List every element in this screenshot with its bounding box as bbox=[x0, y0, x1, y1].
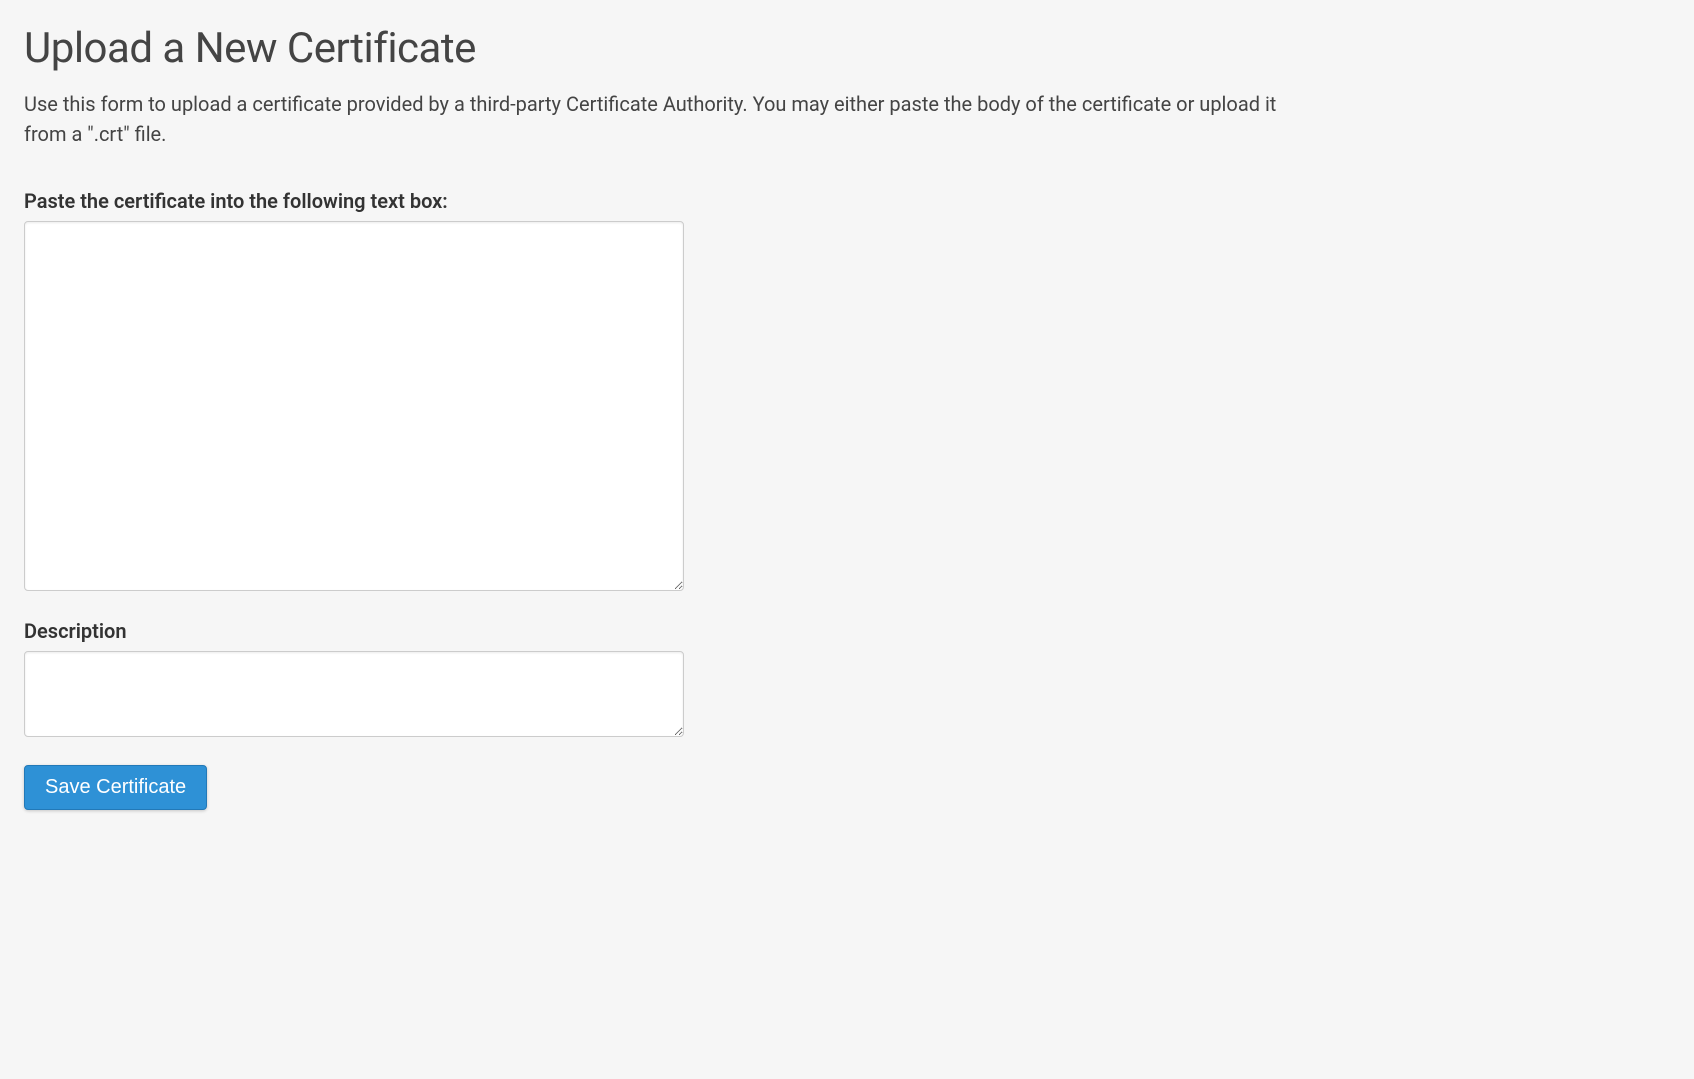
description-label: Description bbox=[24, 619, 1670, 643]
page-description: Use this form to upload a certificate pr… bbox=[24, 89, 1304, 149]
save-certificate-button[interactable]: Save Certificate bbox=[24, 765, 207, 810]
certificate-input[interactable] bbox=[24, 221, 684, 591]
description-form-group: Description bbox=[24, 619, 1670, 741]
certificate-label: Paste the certificate into the following… bbox=[24, 189, 1670, 213]
description-input[interactable] bbox=[24, 651, 684, 737]
certificate-form-group: Paste the certificate into the following… bbox=[24, 189, 1670, 595]
page-title: Upload a New Certificate bbox=[24, 24, 1670, 73]
